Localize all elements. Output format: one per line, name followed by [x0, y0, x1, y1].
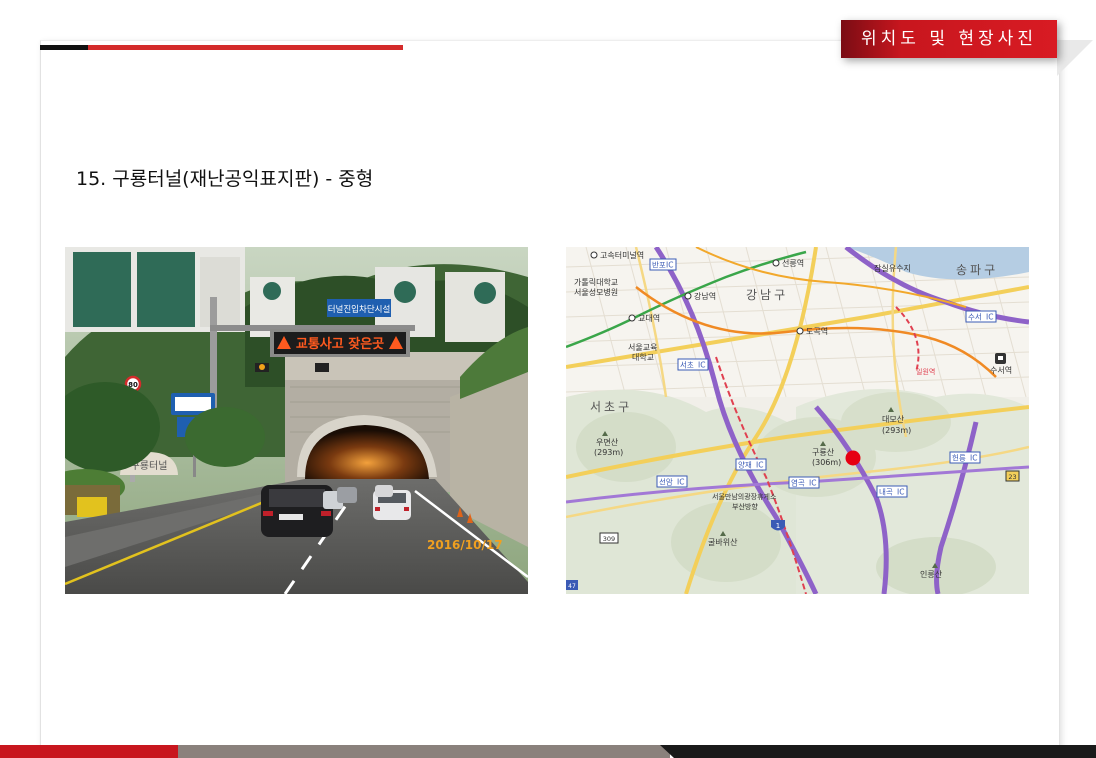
map-label: 일원역	[916, 367, 935, 376]
ic-label-suseo: 수서 IC	[965, 310, 997, 323]
slide: 위치도 및 현장사진 15. 구룡터널(재난공익표지판) - 중형 교통사고 잦…	[0, 0, 1096, 758]
accent-bar-black	[40, 45, 88, 50]
svg-text:23: 23	[1008, 473, 1016, 481]
location-map: 고속터미널역 선릉역 잠실유수지 가톨릭대학교 서울성모병원 강남역 교대역 도…	[566, 247, 1029, 594]
map-label: 수서역	[990, 365, 1012, 375]
svg-text:IC: IC	[986, 313, 993, 322]
map-label: 대모산	[882, 414, 905, 424]
svg-text:양재: 양재	[738, 461, 752, 470]
route-shield-47: 47	[566, 580, 578, 590]
map-label: 교대역	[638, 313, 660, 323]
map-label: 도곡역	[806, 326, 828, 336]
svg-text:309: 309	[603, 535, 615, 543]
ic-label-banpo: 반포 IC	[649, 258, 677, 271]
ic-label-yeomgok: 염곡 IC	[788, 476, 820, 489]
map-label: 인릉산	[920, 569, 943, 579]
page-fold-corner	[1057, 40, 1093, 76]
svg-text:IC: IC	[897, 488, 904, 497]
map-label: 우면산	[596, 437, 619, 447]
map-label: 서울교육	[628, 343, 657, 352]
station-icon	[590, 251, 598, 259]
subway-icon	[995, 353, 1006, 364]
ic-label-yangjae: 양재 IC	[735, 458, 767, 471]
map-label: 잠실유수지	[874, 263, 911, 273]
svg-text:반포: 반포	[652, 261, 666, 270]
accent-bar-red	[88, 45, 403, 50]
svg-text:1: 1	[776, 522, 780, 530]
district-label: 강남구	[746, 288, 788, 302]
route-shield-23: 23	[1005, 470, 1020, 482]
svg-text:47: 47	[568, 583, 576, 590]
svg-text:내곡: 내곡	[879, 488, 893, 497]
svg-text:서초: 서초	[680, 361, 694, 370]
page-heading: 15. 구룡터널(재난공익표지판) - 중형	[76, 168, 374, 190]
svg-text:IC: IC	[677, 478, 684, 487]
map-label: 고속터미널역	[600, 250, 644, 260]
footer-bar-gray	[178, 745, 670, 758]
map-label: 서울만남의광장휴게소	[712, 492, 777, 501]
footer-bar-black	[660, 745, 1096, 758]
route-shield-309: 309	[599, 532, 619, 544]
location-map-drawing: 고속터미널역 선릉역 잠실유수지 가톨릭대학교 서울성모병원 강남역 교대역 도…	[566, 247, 1029, 594]
map-label: 부산방향	[732, 502, 758, 511]
svg-text:선암: 선암	[659, 477, 673, 487]
station-icon	[684, 292, 692, 300]
map-label: 대학교	[632, 352, 654, 362]
ic-label-naegok: 내곡 IC	[876, 485, 908, 498]
map-label: 서울성모병원	[574, 288, 618, 297]
vms-message: 교통사고 잦은곳	[296, 336, 384, 352]
svg-text:염곡: 염곡	[791, 479, 805, 488]
svg-text:IC: IC	[809, 479, 816, 488]
svg-text:IC: IC	[666, 261, 673, 270]
svg-text:IC: IC	[970, 454, 977, 463]
map-label: 구룡산	[812, 447, 835, 457]
station-icon	[772, 259, 780, 267]
map-label: 선릉역	[782, 258, 804, 268]
tunnel-barrier-sign: 터널진입차단시설	[328, 304, 391, 315]
svg-text:IC: IC	[698, 361, 705, 370]
photo-timestamp: 2016/10/17	[427, 538, 503, 552]
ic-label-seocho: 서초 IC	[677, 358, 709, 371]
station-icon	[628, 314, 636, 322]
district-label: 송파구	[956, 263, 998, 277]
section-title: 위치도 및 현장사진	[841, 20, 1057, 58]
svg-text:수서: 수서	[968, 313, 982, 322]
footer-bar-red	[0, 745, 182, 758]
map-label: 굴바위산	[708, 537, 738, 547]
ic-label-seonam: 선암 IC	[656, 475, 688, 488]
station-icon	[796, 327, 804, 335]
map-label: 강남역	[694, 291, 716, 301]
map-label: 가톨릭대학교	[574, 277, 618, 287]
svg-text:헌릉: 헌릉	[952, 454, 966, 463]
site-photo: 교통사고 잦은곳 터널진입차단시설 80 1004 구룡터널	[65, 247, 528, 594]
map-label: (306m)	[812, 458, 841, 467]
svg-text:IC: IC	[756, 461, 763, 470]
tunnel-photo-illustration: 교통사고 잦은곳 터널진입차단시설 80 1004 구룡터널	[65, 247, 528, 594]
map-label: (293m)	[882, 426, 911, 435]
ic-label-heolleung: 헌릉 IC	[949, 451, 981, 464]
location-marker-icon	[845, 450, 861, 466]
district-label: 서초구	[590, 400, 632, 414]
map-label: (293m)	[594, 448, 623, 457]
